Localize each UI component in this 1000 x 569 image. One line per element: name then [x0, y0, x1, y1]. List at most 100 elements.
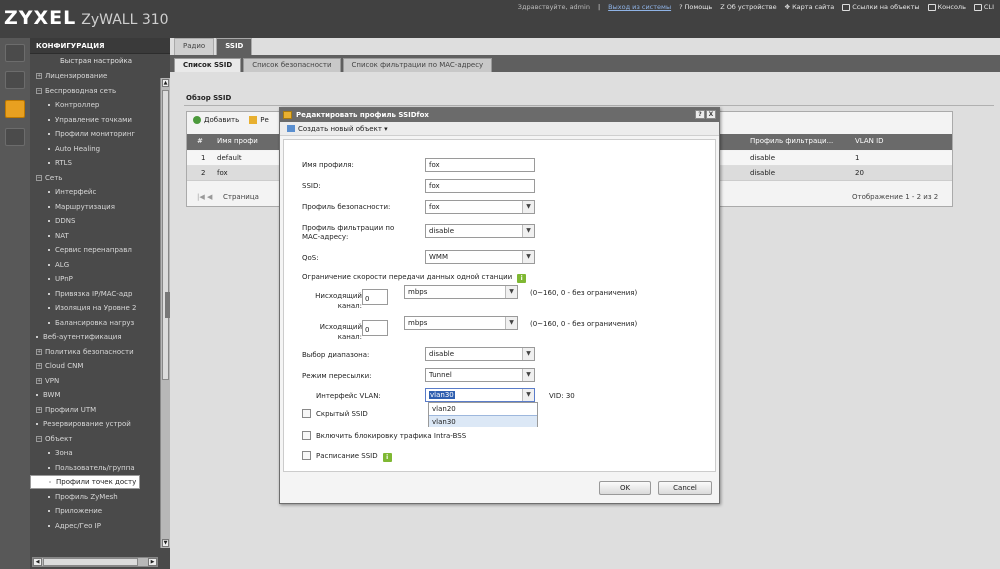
sitemap-link[interactable]: ✥ Карта сайта	[785, 3, 835, 11]
model-name: ZyWALL 310	[81, 12, 169, 28]
menu-item[interactable]: Резервирование устрой	[30, 417, 170, 432]
vlan-interface-select[interactable]: vlan30 ▼	[425, 388, 535, 402]
menu-item[interactable]: Профили мониторинг	[30, 127, 170, 142]
menu-item[interactable]: Auto Healing	[30, 142, 170, 157]
menu-item[interactable]: Профили точек досту	[30, 475, 141, 489]
forward-mode-select[interactable]: Tunnel ▼	[425, 368, 535, 382]
downlink-rate-field[interactable]: 0	[362, 289, 388, 305]
uplink-rate-field[interactable]: 0	[362, 320, 388, 336]
menu-item[interactable]: Привязка IP/MAC-адр	[30, 287, 170, 302]
menu-item[interactable]: + Политика безопасности	[30, 345, 170, 360]
profile-name-field[interactable]: fox	[425, 158, 535, 172]
menu-item[interactable]: Управление точками	[30, 113, 170, 128]
vlan-option[interactable]: vlan20	[429, 403, 537, 415]
edit-button[interactable]: Ре	[249, 116, 269, 124]
qos-select[interactable]: WMM ▼	[425, 250, 535, 264]
col-vlan-id[interactable]: VLAN ID	[855, 137, 884, 145]
scroll-thumb[interactable]	[162, 90, 169, 380]
security-profile-select[interactable]: fox ▼	[425, 200, 535, 214]
ssid-field[interactable]: fox	[425, 179, 535, 193]
menu-item[interactable]: Маршрутизация	[30, 200, 170, 215]
menu-item[interactable]: − Сеть	[30, 171, 170, 186]
qos-label: QoS:	[302, 254, 319, 262]
cli-link[interactable]: CLI	[973, 3, 994, 11]
scroll-left-arrow[interactable]: ◀	[33, 558, 42, 566]
tab-radio[interactable]: Радио	[174, 38, 215, 55]
expand-icon: +	[36, 73, 42, 80]
zyxel-icon: Z	[720, 3, 725, 11]
hidden-ssid-checkbox[interactable]	[302, 409, 311, 418]
quick-setup-link[interactable]: Быстрая настройка	[30, 54, 170, 69]
hidden-ssid-label: Скрытый SSID	[316, 410, 368, 418]
menu-item-label: Зона	[55, 449, 73, 458]
menu-item[interactable]: Интерфейс	[30, 185, 170, 200]
ok-button[interactable]: OK	[599, 481, 651, 495]
maintenance-icon[interactable]	[5, 128, 25, 146]
cancel-button[interactable]: Cancel	[658, 481, 712, 495]
bullet-icon	[48, 510, 50, 513]
menu-item[interactable]: Адрес/Гео IP	[30, 519, 170, 534]
menu-item[interactable]: Приложение	[30, 504, 170, 519]
menu-item[interactable]: NAT	[30, 229, 170, 244]
help-button[interactable]: ?	[695, 110, 705, 119]
hscroll-thumb[interactable]	[43, 558, 138, 566]
band-select[interactable]: disable ▼	[425, 347, 535, 361]
menu-item-label: Cloud CNM	[45, 362, 84, 371]
menu-item[interactable]: Изоляция на Уровне 2	[30, 301, 170, 316]
menu-item[interactable]: Контроллер	[30, 98, 170, 113]
menu-item[interactable]: − Объект	[30, 432, 170, 447]
menu-item[interactable]: + Cloud CNM	[30, 359, 170, 374]
menu-item[interactable]: RTLS	[30, 156, 170, 171]
menu-item[interactable]: Профиль ZyMesh	[30, 490, 170, 505]
vlan-option[interactable]: vlan30	[429, 415, 537, 427]
menu-item[interactable]: + Лицензирование	[30, 69, 170, 84]
scroll-right-arrow[interactable]: ▶	[148, 558, 157, 566]
menu-item[interactable]: − Беспроводная сеть	[30, 84, 170, 99]
menu-item[interactable]: BWM	[30, 388, 170, 403]
console-link[interactable]: Консоль	[927, 3, 966, 11]
dialog-titlebar[interactable]: Редактировать профиль SSIDfox ? X	[280, 108, 719, 122]
menu-item[interactable]: DDNS	[30, 214, 170, 229]
help-link[interactable]: ? Помощь	[679, 3, 712, 11]
menu-item[interactable]: Балансировка нагруз	[30, 316, 170, 331]
menu-item[interactable]: + VPN	[30, 374, 170, 389]
downlink-unit-select[interactable]: mbps ▼	[404, 285, 518, 299]
menu-horizontal-scrollbar[interactable]: ◀ ▶	[32, 557, 158, 567]
menu-item[interactable]: ALG	[30, 258, 170, 273]
menu-item[interactable]: Веб-аутентификация	[30, 330, 170, 345]
object-links-link[interactable]: Ссылки на объекты	[842, 3, 920, 11]
create-object-button[interactable]: Создать новый объект ▾	[287, 125, 388, 133]
col-profile-name[interactable]: Имя профи	[217, 137, 258, 145]
info-icon[interactable]: i	[382, 453, 392, 462]
monitor-icon[interactable]	[5, 71, 25, 89]
edit-icon	[249, 116, 258, 124]
info-icon[interactable]: i	[517, 274, 527, 283]
configuration-gear-icon[interactable]	[5, 100, 25, 118]
logout-link[interactable]: Выход из системы	[608, 3, 671, 11]
tab-ssid-list[interactable]: Список SSID	[174, 58, 242, 72]
col-mac-filter[interactable]: Профиль фильтраци...	[750, 137, 833, 145]
tab-security-list[interactable]: Список безопасности	[243, 58, 341, 72]
mac-filter-select[interactable]: disable ▼	[425, 224, 535, 238]
menu-item[interactable]: Пользователь/группа	[30, 461, 170, 476]
menu-item[interactable]: Сервис перенаправл	[30, 243, 170, 258]
add-button[interactable]: Добавить	[193, 116, 239, 124]
bullet-icon	[48, 191, 50, 194]
about-link[interactable]: Z Об устройстве	[720, 3, 776, 11]
intra-bss-checkbox[interactable]	[302, 431, 311, 440]
col-num[interactable]: #	[197, 137, 203, 145]
menu-item-label: Пользователь/группа	[55, 463, 135, 472]
menu-item[interactable]: + Профили UTM	[30, 403, 170, 418]
tab-mac-filter-list[interactable]: Список фильтрации по MAC-адресу	[342, 58, 493, 72]
close-button[interactable]: X	[706, 110, 716, 119]
uplink-unit-select[interactable]: mbps ▼	[404, 316, 518, 330]
tab-ssid[interactable]: SSID	[216, 38, 253, 55]
pager-first-prev[interactable]: |◀ ◀	[197, 193, 212, 201]
scroll-down-arrow[interactable]: ▼	[162, 539, 169, 547]
menu-item[interactable]: Зона	[30, 446, 170, 461]
ssid-schedule-checkbox[interactable]	[302, 451, 311, 460]
dashboard-icon[interactable]	[5, 44, 25, 62]
menu-title: КОНФИГУРАЦИЯ	[30, 38, 170, 54]
menu-item[interactable]: UPnP	[30, 272, 170, 287]
scroll-up-arrow[interactable]: ▲	[162, 79, 169, 87]
